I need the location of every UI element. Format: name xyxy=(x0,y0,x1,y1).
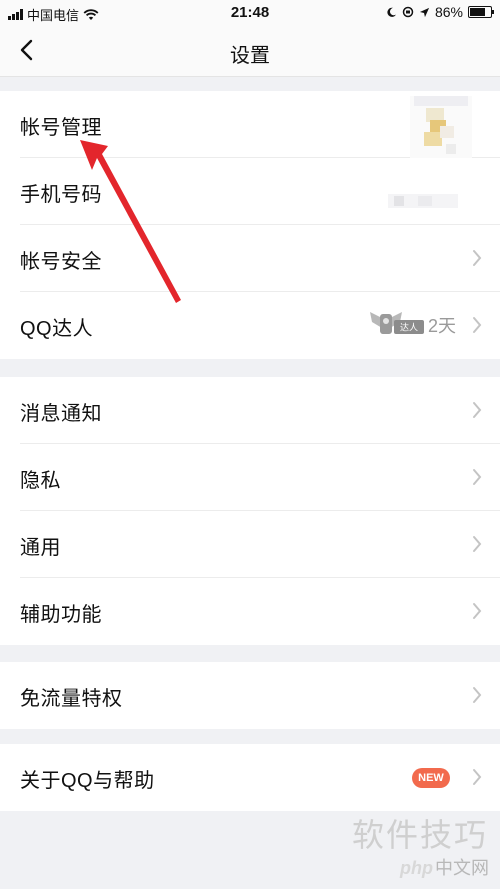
about-group: 关于QQ与帮助 NEW xyxy=(0,744,500,811)
moon-icon xyxy=(387,7,397,17)
watermark-php: php xyxy=(400,858,433,878)
qq-expert-badge-icon: 达人 xyxy=(370,312,424,334)
item-label: 关于QQ与帮助 xyxy=(20,770,155,792)
battery-icon xyxy=(468,6,494,18)
orientation-lock-icon xyxy=(402,6,414,18)
settings-item-privacy[interactable]: 隐私 xyxy=(0,444,500,511)
item-label: 通用 xyxy=(20,537,61,559)
chevron-right-icon xyxy=(473,469,482,485)
settings-item-about-help[interactable]: 关于QQ与帮助 NEW xyxy=(0,744,500,811)
status-right: 86% xyxy=(386,4,494,20)
item-label: QQ达人 xyxy=(20,318,94,340)
settings-item-general[interactable]: 通用 xyxy=(0,511,500,578)
chevron-right-icon xyxy=(473,402,482,418)
chevron-right-icon xyxy=(473,687,482,703)
page-title: 设置 xyxy=(230,45,270,67)
new-badge: NEW xyxy=(412,768,450,788)
chevron-right-icon xyxy=(473,769,482,785)
settings-item-qq-expert[interactable]: QQ达人 达人 2天 xyxy=(0,292,500,359)
qq-expert-days: 2天 xyxy=(427,316,456,336)
data-free-group: 免流量特权 xyxy=(0,662,500,729)
chevron-right-icon xyxy=(473,250,482,266)
settings-item-notifications[interactable]: 消息通知 xyxy=(0,377,500,444)
chevron-right-icon xyxy=(473,536,482,552)
preferences-group: 消息通知 隐私 通用 辅助功能 xyxy=(0,377,500,645)
settings-item-account-security[interactable]: 帐号安全 xyxy=(0,225,500,292)
item-label: 免流量特权 xyxy=(20,688,123,710)
watermark-title: 软件技巧 xyxy=(352,817,489,853)
nav-bar: 设置 xyxy=(0,26,500,77)
item-label: 帐号安全 xyxy=(20,251,102,273)
battery-fill xyxy=(470,8,485,16)
settings-item-free-data[interactable]: 免流量特权 xyxy=(0,662,500,729)
settings-item-accessibility[interactable]: 辅助功能 xyxy=(0,578,500,645)
status-bar: 中国电信 21:48 86% xyxy=(0,0,500,26)
item-label: 手机号码 xyxy=(20,184,102,206)
watermark-site-name: 中文网 xyxy=(435,858,489,878)
avatar-blurred xyxy=(410,96,472,158)
item-label: 辅助功能 xyxy=(20,604,102,626)
qq-expert-badge-text: 达人 xyxy=(400,322,418,334)
phone-number-blurred xyxy=(388,194,458,208)
chevron-right-icon xyxy=(473,603,482,619)
battery-percent: 86% xyxy=(434,4,463,20)
item-label: 隐私 xyxy=(20,470,61,492)
location-icon xyxy=(419,7,430,17)
item-label: 帐号管理 xyxy=(20,117,102,139)
item-label: 消息通知 xyxy=(20,403,102,425)
chevron-right-icon xyxy=(473,317,482,333)
watermark-site: php 中文网 xyxy=(400,854,489,880)
